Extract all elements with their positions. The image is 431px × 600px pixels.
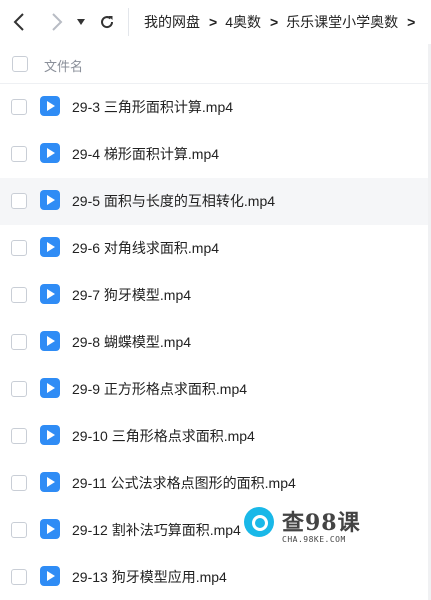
history-dropdown-button[interactable] xyxy=(74,10,88,34)
breadcrumb-separator: > xyxy=(269,14,279,30)
file-row[interactable]: 29-12 割补法巧算面积.mp4 xyxy=(0,507,431,554)
toolbar-divider xyxy=(128,8,129,36)
file-name[interactable]: 29-10 三角形格点求面积.mp4 xyxy=(72,426,255,446)
back-button[interactable] xyxy=(8,10,30,34)
row-checkbox[interactable] xyxy=(11,569,27,585)
watermark-logo-icon xyxy=(244,507,274,537)
breadcrumb-separator: > xyxy=(209,14,218,30)
toolbar: 我的网盘 > 4奥数 > 乐乐课堂小学奥数 > xyxy=(0,0,431,44)
file-row[interactable]: 29-9 正方形格点求面积.mp4 xyxy=(0,366,431,413)
chevron-right-icon xyxy=(52,13,63,31)
video-file-icon xyxy=(40,143,60,163)
row-checkbox[interactable] xyxy=(11,381,27,397)
file-row[interactable]: 29-8 蝴蝶模型.mp4 xyxy=(0,319,431,366)
breadcrumb-item-current[interactable]: 乐乐课堂小学奥数 xyxy=(286,12,398,32)
row-checkbox[interactable] xyxy=(11,522,27,538)
file-row[interactable]: 29-5 面积与长度的互相转化.mp4 xyxy=(0,178,431,225)
file-name[interactable]: 29-12 割补法巧算面积.mp4 xyxy=(72,520,241,540)
file-row[interactable]: 29-6 对角线求面积.mp4 xyxy=(0,225,431,272)
file-name[interactable]: 29-13 狗牙模型应用.mp4 xyxy=(72,567,227,587)
select-all-checkbox[interactable] xyxy=(12,56,28,72)
breadcrumb-item-folder[interactable]: 4奥数 xyxy=(225,12,261,32)
row-checkbox[interactable] xyxy=(11,240,27,256)
file-row[interactable]: 29-7 狗牙模型.mp4 xyxy=(0,272,431,319)
watermark: 查98课 CHA.98KE.COM xyxy=(244,505,364,551)
video-file-icon xyxy=(40,190,60,210)
file-name[interactable]: 29-8 蝴蝶模型.mp4 xyxy=(72,332,191,352)
file-name[interactable]: 29-11 公式法求格点图形的面积.mp4 xyxy=(72,473,296,493)
row-checkbox[interactable] xyxy=(11,146,27,162)
breadcrumb: 我的网盘 > 4奥数 > 乐乐课堂小学奥数 > xyxy=(144,0,423,44)
file-row[interactable]: 29-11 公式法求格点图形的面积.mp4 xyxy=(0,460,431,507)
video-file-icon xyxy=(40,566,60,586)
file-list-header: 文件名 xyxy=(0,44,431,84)
caret-down-icon xyxy=(77,19,85,25)
breadcrumb-item-root[interactable]: 我的网盘 xyxy=(144,12,200,32)
row-checkbox[interactable] xyxy=(11,334,27,350)
video-file-icon xyxy=(40,331,60,351)
video-file-icon xyxy=(40,237,60,257)
file-name[interactable]: 29-3 三角形面积计算.mp4 xyxy=(72,97,233,117)
video-file-icon xyxy=(40,96,60,116)
file-name[interactable]: 29-5 面积与长度的互相转化.mp4 xyxy=(72,191,275,211)
video-file-icon xyxy=(40,519,60,539)
watermark-subtitle: CHA.98KE.COM xyxy=(282,535,346,544)
column-header-name[interactable]: 文件名 xyxy=(44,56,83,75)
row-checkbox[interactable] xyxy=(11,287,27,303)
file-row[interactable]: 29-13 狗牙模型应用.mp4 xyxy=(0,554,431,600)
chevron-left-icon xyxy=(13,13,24,31)
breadcrumb-separator: > xyxy=(407,14,416,30)
watermark-title: 查98课 xyxy=(282,510,361,536)
forward-button[interactable] xyxy=(46,10,68,34)
file-name[interactable]: 29-6 对角线求面积.mp4 xyxy=(72,238,219,258)
video-file-icon xyxy=(40,378,60,398)
row-checkbox[interactable] xyxy=(11,475,27,491)
refresh-button[interactable] xyxy=(96,10,118,34)
file-list: 29-3 三角形面积计算.mp4 29-4 梯形面积计算.mp4 29-5 面积… xyxy=(0,84,431,600)
video-file-icon xyxy=(40,284,60,304)
file-name[interactable]: 29-7 狗牙模型.mp4 xyxy=(72,285,191,305)
file-row[interactable]: 29-3 三角形面积计算.mp4 xyxy=(0,84,431,131)
file-row[interactable]: 29-10 三角形格点求面积.mp4 xyxy=(0,413,431,460)
file-name[interactable]: 29-9 正方形格点求面积.mp4 xyxy=(72,379,247,399)
file-row[interactable]: 29-4 梯形面积计算.mp4 xyxy=(0,131,431,178)
video-file-icon xyxy=(40,472,60,492)
file-name[interactable]: 29-4 梯形面积计算.mp4 xyxy=(72,144,219,164)
row-checkbox[interactable] xyxy=(11,428,27,444)
row-checkbox[interactable] xyxy=(11,193,27,209)
video-file-icon xyxy=(40,425,60,445)
row-checkbox[interactable] xyxy=(11,99,27,115)
refresh-icon xyxy=(101,16,114,29)
